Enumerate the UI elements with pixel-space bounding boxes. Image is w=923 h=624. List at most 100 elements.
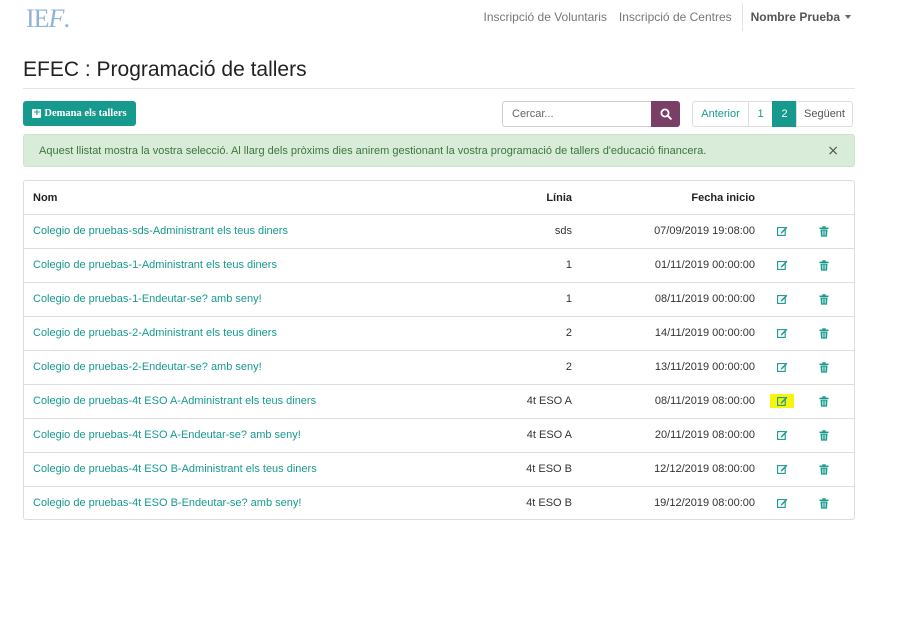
workshop-name-link[interactable]: Colegio de pruebas-4t ESO B-Endeutar-se?… [33,497,301,509]
logo-text: IE [26,4,50,33]
workshop-line: 2 [565,361,572,373]
edit-icon [776,226,787,236]
edit-icon [776,260,787,270]
delete-button[interactable] [818,327,830,340]
logo-letter-f: F [48,4,65,33]
nav-link-volunteers[interactable]: Inscripció de Voluntaris [478,10,613,24]
request-workshops-button[interactable]: + Demana els tallers [23,101,136,126]
table-row: Colegio de pruebas-1-Administrant els te… [24,249,854,283]
workshops-table: Nom Línia Fecha inicio Colegio de prueba… [23,180,855,520]
edit-icon [776,430,787,440]
navbar: IEF. Inscripció de Voluntaris Inscripció… [0,0,923,36]
request-workshops-label: Demana els tallers [44,108,127,119]
delete-button[interactable] [818,361,830,374]
info-alert: Aquest llistat mostra la vostra selecció… [23,134,855,167]
workshop-line: 1 [565,259,572,271]
delete-button[interactable] [818,225,830,238]
delete-button[interactable] [818,497,830,510]
delete-button[interactable] [818,259,830,272]
table-row: Colegio de pruebas-1-Endeutar-se? amb se… [24,283,854,317]
trash-icon [819,226,829,237]
workshop-name-link[interactable]: Colegio de pruebas-1-Administrant els te… [33,259,277,271]
user-name: Nombre Prueba [750,9,840,24]
trash-icon [819,328,829,339]
edit-icon [776,328,787,338]
alert-message: Aquest llistat mostra la vostra selecció… [39,145,707,157]
logo[interactable]: IEF. [26,4,70,34]
logo-dot: . [63,4,69,33]
pagination-next[interactable]: Següent [796,101,853,127]
edit-button[interactable] [770,462,794,476]
workshop-name-link[interactable]: Colegio de pruebas-2-Endeutar-se? amb se… [33,361,262,373]
trash-icon [819,294,829,305]
workshop-name-link[interactable]: Colegio de pruebas-1-Endeutar-se? amb se… [33,293,262,305]
edit-button[interactable] [770,394,794,408]
pagination-page-1[interactable]: 1 [748,101,773,127]
edit-button[interactable] [770,258,794,272]
workshop-start-date: 08/11/2019 08:00:00 [654,395,755,407]
edit-icon [776,498,787,508]
column-header-linia: Línia [546,192,572,204]
edit-icon [776,464,787,474]
workshop-start-date: 13/11/2019 00:00:00 [654,361,755,373]
workshop-start-date: 20/11/2019 08:00:00 [654,429,755,441]
table-row: Colegio de pruebas-4t ESO B-Administrant… [24,453,854,487]
edit-button[interactable] [770,428,794,442]
workshop-name-link[interactable]: Colegio de pruebas-4t ESO A-Administrant… [33,395,316,407]
close-icon[interactable]: × [827,144,839,158]
column-header-nom: Nom [33,192,58,204]
delete-button[interactable] [818,293,830,306]
trash-icon [819,430,829,441]
edit-icon [776,396,787,406]
nav-divider [741,2,743,31]
pagination: Anterior 1 2 Següent [692,101,853,127]
table-row: Colegio de pruebas-4t ESO A-Administrant… [24,385,854,419]
table-row: Colegio de pruebas-2-Endeutar-se? amb se… [24,351,854,385]
search-input[interactable] [502,101,652,127]
delete-button[interactable] [818,463,830,476]
workshop-name-link[interactable]: Colegio de pruebas-sds-Administrant els … [33,225,288,237]
workshop-name-link[interactable]: Colegio de pruebas-2-Administrant els te… [33,327,277,339]
trash-icon [819,396,829,407]
caret-down-icon [845,14,851,19]
table-row: Colegio de pruebas-2-Administrant els te… [24,317,854,351]
user-menu[interactable]: Nombre Prueba [745,10,851,24]
workshop-start-date: 12/12/2019 08:00:00 [654,463,755,475]
workshop-start-date: 08/11/2019 00:00:00 [654,293,755,305]
workshop-line: 4t ESO A [526,429,572,441]
search-button[interactable] [651,101,680,127]
workshop-line: sds [554,225,572,237]
edit-icon [776,294,787,304]
workshop-name-link[interactable]: Colegio de pruebas-4t ESO A-Endeutar-se?… [33,429,301,441]
delete-button[interactable] [818,395,830,408]
table-header: Nom Línia Fecha inicio [24,181,854,215]
page-title: EFEC : Programació de tallers [23,58,307,81]
edit-button[interactable] [770,496,794,510]
trash-icon [819,362,829,373]
pagination-page-2[interactable]: 2 [772,101,797,127]
workshop-line: 2 [565,327,572,339]
edit-button[interactable] [770,326,794,340]
table-row: Colegio de pruebas-4t ESO A-Endeutar-se?… [24,419,854,453]
workshop-start-date: 19/12/2019 08:00:00 [654,497,755,509]
title-divider [23,88,855,89]
workshop-line: 1 [565,293,572,305]
plus-square-icon: + [32,108,42,118]
workshop-start-date: 01/11/2019 00:00:00 [654,259,755,271]
table-row: Colegio de pruebas-sds-Administrant els … [24,215,854,249]
delete-button[interactable] [818,429,830,442]
column-header-fecha: Fecha inicio [691,192,755,204]
nav-link-centres[interactable]: Inscripció de Centres [613,10,738,24]
pagination-prev[interactable]: Anterior [692,101,749,127]
workshop-line: 4t ESO B [526,497,572,509]
trash-icon [819,260,829,271]
edit-button[interactable] [770,360,794,374]
edit-icon [776,362,787,372]
table-row: Colegio de pruebas-4t ESO B-Endeutar-se?… [24,487,854,521]
workshop-start-date: 14/11/2019 00:00:00 [654,327,755,339]
workshop-start-date: 07/09/2019 19:08:00 [654,225,755,237]
edit-button[interactable] [770,224,794,238]
workshop-name-link[interactable]: Colegio de pruebas-4t ESO B-Administrant… [33,463,317,475]
nav-links: Inscripció de Voluntaris Inscripció de C… [478,0,851,33]
edit-button[interactable] [770,292,794,306]
